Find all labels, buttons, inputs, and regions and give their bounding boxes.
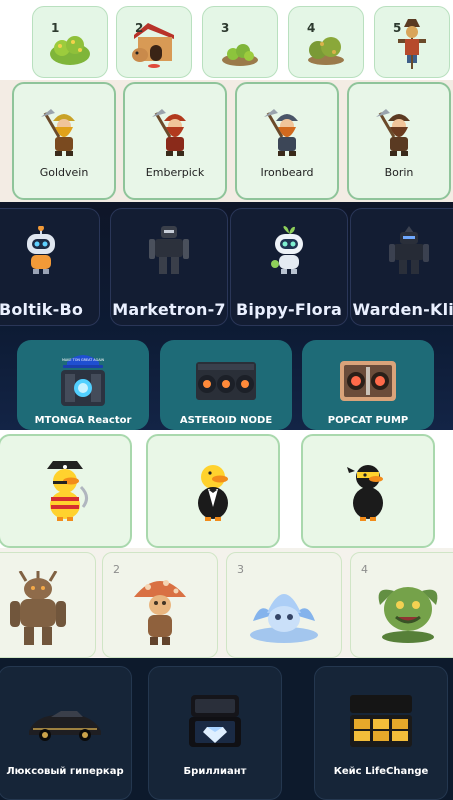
farm-slot-3[interactable]: 3	[202, 6, 278, 78]
dwarf-borin-icon	[376, 109, 410, 156]
dwarf-emberpick-icon	[152, 109, 186, 156]
tuxedo-duck-icon	[198, 465, 228, 521]
luxury-card-lifechange[interactable]: Кейс LifeChange	[314, 666, 448, 800]
bush-icon	[50, 36, 90, 65]
luxury-name: Кейс LifeChange	[333, 766, 429, 777]
machine-name: MTONGA Reactor	[34, 415, 132, 426]
luxury-row: Люксовый гиперкар Бриллиант Кейс LifeCha…	[0, 658, 453, 800]
dwarf-card-emberpick[interactable]: Emberpick	[123, 82, 227, 200]
robot-card-bippy[interactable]: Bippy-Flora	[230, 208, 348, 326]
slot-number: 1	[51, 21, 60, 35]
creature-card-2[interactable]: 2	[102, 552, 218, 658]
pump-rig-icon	[340, 361, 396, 401]
mushroom-creature-icon	[134, 580, 186, 645]
shrub-icon	[308, 37, 344, 65]
creatures-row: 2 3 4	[0, 548, 453, 658]
cap-text: MAKE TON GREAT AGAIN	[62, 358, 105, 362]
dwarf-name: Emberpick	[145, 166, 205, 179]
hypercar-icon	[29, 711, 101, 741]
slot-number: 2	[113, 563, 120, 576]
luxury-card-hypercar[interactable]: Люксовый гиперкар	[0, 666, 132, 800]
dwarf-card-ironbeard[interactable]: Ironbeard	[235, 82, 339, 200]
machine-name: POPCAT PUMP	[327, 415, 409, 426]
farm-slots-row: 1 2 3 4 5	[0, 0, 453, 80]
tree-golem-icon	[10, 571, 66, 645]
ninja-duck-icon	[347, 465, 383, 521]
ducks-row	[0, 430, 453, 548]
robot-name: Boltik-Bo	[0, 300, 84, 319]
slot-number: 4	[307, 21, 316, 35]
gold-case-icon	[350, 695, 412, 747]
farm-slot-2[interactable]: 2	[116, 6, 192, 78]
machine-card-popcat[interactable]: POPCAT PUMP	[302, 340, 434, 430]
farm-slot-1[interactable]: 1	[32, 6, 108, 78]
robots-machines-panel: Boltik-Bo Marketron-7 Bippy-Flora Warden…	[0, 202, 453, 430]
slot-number: 5	[393, 21, 402, 35]
robot-name: Marketron-7	[112, 300, 226, 319]
farm-slot-4[interactable]: 4	[288, 6, 364, 78]
dwarf-name: Goldvein	[39, 166, 89, 179]
lotus-creature-icon	[250, 594, 318, 643]
robot-warden-icon	[389, 226, 429, 274]
duck-card-pirate[interactable]	[0, 434, 132, 548]
slot-number: 2	[135, 21, 144, 35]
dwarf-goldvein-icon	[41, 109, 75, 156]
creature-card-1[interactable]	[0, 552, 96, 658]
robot-bippy-icon	[271, 226, 303, 274]
luxury-card-diamond[interactable]: Бриллиант	[148, 666, 282, 800]
plant-monster-icon	[378, 587, 438, 643]
dwarf-name: Borin	[384, 166, 414, 179]
slot-number: 3	[237, 563, 244, 576]
dwarf-ironbeard-icon	[264, 109, 298, 156]
mining-rig-icon	[196, 362, 256, 400]
robot-card-boltik[interactable]: Boltik-Bo	[0, 208, 100, 326]
creature-card-4[interactable]: 4	[350, 552, 453, 658]
slot-number: 4	[361, 563, 368, 576]
dwarf-card-borin[interactable]: Borin	[347, 82, 451, 200]
robot-name: Warden-Klin	[352, 300, 453, 319]
diamond-box-icon	[189, 695, 241, 747]
dwarf-card-goldvein[interactable]: Goldvein	[12, 82, 116, 200]
robot-name: Bippy-Flora	[236, 300, 342, 319]
dwarf-name: Ironbeard	[260, 166, 314, 179]
pirate-duck-icon	[47, 461, 88, 521]
robot-marketron-icon	[149, 226, 189, 274]
farm-slot-5[interactable]: 5	[374, 6, 450, 78]
dwarves-row: Goldvein Emberpick Ironbeard Borin	[0, 80, 453, 202]
machine-name: ASTEROID NODE	[179, 415, 273, 426]
creature-card-3[interactable]: 3	[226, 552, 342, 658]
machine-card-asteroid[interactable]: ASTEROID NODE	[160, 340, 292, 430]
duck-card-tuxedo[interactable]	[146, 434, 280, 548]
sprout-icon	[222, 44, 258, 66]
robot-card-marketron[interactable]: Marketron-7	[110, 208, 228, 326]
luxury-name: Бриллиант	[183, 766, 247, 777]
slot-number: 3	[221, 21, 230, 35]
reactor-icon: MAKE TON GREAT AGAIN	[61, 355, 105, 406]
luxury-name: Люксовый гиперкар	[6, 766, 124, 777]
robot-boltik-icon	[27, 226, 55, 274]
machine-card-mtonga[interactable]: MAKE TON GREAT AGAIN MTONGA Reactor	[17, 340, 149, 430]
duck-card-ninja[interactable]	[301, 434, 435, 548]
robot-card-warden[interactable]: Warden-Klin	[350, 208, 453, 326]
